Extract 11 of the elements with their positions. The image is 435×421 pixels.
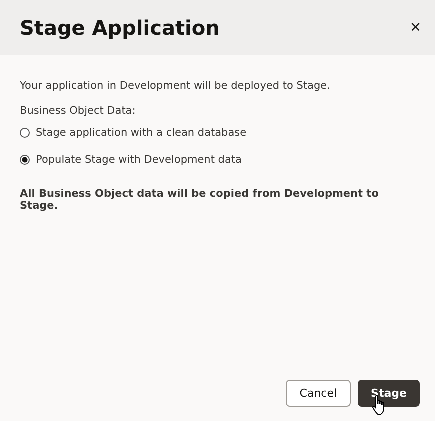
radio-button[interactable] bbox=[20, 155, 30, 165]
group-label: Business Object Data: bbox=[20, 105, 137, 117]
radio-button[interactable] bbox=[20, 128, 30, 138]
cancel-button[interactable]: Cancel bbox=[286, 380, 352, 407]
option-label[interactable]: Stage application with a clean database bbox=[36, 127, 247, 139]
note-text: All Business Object data will be copied from Development to Stage. bbox=[20, 188, 380, 212]
stage-button[interactable]: Stage bbox=[358, 380, 420, 407]
dialog-title: Stage Application bbox=[20, 16, 220, 40]
option-label[interactable]: Populate Stage with Development data bbox=[36, 154, 242, 166]
close-button[interactable]: × bbox=[406, 15, 425, 40]
message-text: Your application in Development will be deployed to Stage. bbox=[20, 80, 332, 92]
